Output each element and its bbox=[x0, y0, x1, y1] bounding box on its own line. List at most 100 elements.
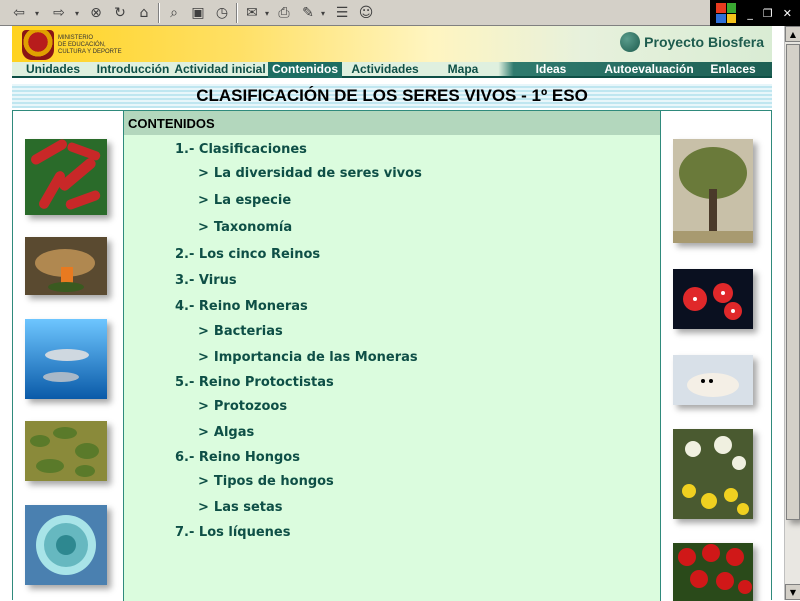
title-band: CLASIFICACIÓN DE LOS SERES VIVOS - 1º ES… bbox=[12, 84, 772, 108]
bacteria-image bbox=[25, 139, 107, 215]
ministry-line: CULTURA Y DEPORTE bbox=[58, 48, 122, 55]
nav-enlaces[interactable]: Enlaces bbox=[694, 62, 772, 78]
history-icon[interactable]: ◷ bbox=[212, 3, 232, 23]
mushroom-image bbox=[25, 237, 107, 295]
favorites-icon[interactable]: ▣ bbox=[188, 3, 208, 23]
chevron-right-icon: > bbox=[198, 166, 209, 181]
toc-label: Protozoos bbox=[213, 399, 288, 414]
restore-icon[interactable]: ❐ bbox=[763, 7, 773, 20]
scroll-down-icon[interactable]: ▼ bbox=[785, 584, 800, 600]
toc-subitem-algas[interactable]: > Algas bbox=[198, 425, 254, 440]
coat-of-arms-icon bbox=[22, 30, 54, 60]
stop-icon[interactable]: ⊗ bbox=[86, 3, 106, 23]
toc-subitem-importancia-moneras[interactable]: > Importancia de las Moneras bbox=[198, 350, 418, 365]
toc-subitem-bacterias[interactable]: > Bacterias bbox=[198, 324, 283, 339]
toc-label: La diversidad de seres vivos bbox=[213, 166, 422, 181]
minimize-icon[interactable]: _ bbox=[747, 7, 753, 20]
flowers-image bbox=[673, 429, 753, 519]
back-icon[interactable]: ⇦ bbox=[8, 3, 30, 23]
site-header: MINISTERIO DE EDUCACIÓN, CULTURA Y DEPOR… bbox=[12, 26, 772, 62]
home-icon[interactable]: ⌂ bbox=[134, 3, 154, 23]
ministry-line: MINISTERIO bbox=[58, 34, 94, 41]
toc-item-protoctistas[interactable]: 5.- Reino Protoctistas bbox=[175, 375, 334, 390]
nav-ideas[interactable]: Ideas bbox=[498, 62, 604, 78]
chevron-right-icon: > bbox=[198, 220, 209, 235]
ministry-logo[interactable]: MINISTERIO DE EDUCACIÓN, CULTURA Y DEPOR… bbox=[22, 30, 122, 60]
nav-contenidos[interactable]: Contenidos bbox=[268, 62, 342, 78]
mail-icon[interactable]: ✉ bbox=[242, 3, 262, 23]
search-icon[interactable]: ⌕ bbox=[164, 3, 184, 23]
toc-label: Bacterias bbox=[213, 324, 283, 339]
print-icon[interactable]: ⎙ bbox=[274, 3, 294, 23]
seal-image bbox=[673, 355, 753, 405]
mail-dropdown-icon[interactable]: ▾ bbox=[262, 3, 272, 23]
toc-subitem-protozoos[interactable]: > Protozoos bbox=[198, 399, 287, 414]
toolbar-separator bbox=[158, 3, 160, 23]
main-nav: Unidades Introducción Actividad inicial … bbox=[12, 62, 772, 78]
globe-icon bbox=[620, 32, 641, 52]
web-page: MINISTERIO DE EDUCACIÓN, CULTURA Y DEPOR… bbox=[0, 26, 784, 601]
nav-mapa[interactable]: Mapa bbox=[428, 62, 498, 78]
toc-label: Taxonomía bbox=[213, 220, 293, 235]
close-icon[interactable]: ✕ bbox=[783, 7, 792, 20]
nav-autoevaluacion[interactable]: Autoevaluación bbox=[604, 62, 694, 78]
nav-actividad-inicial[interactable]: Actividad inicial bbox=[172, 62, 268, 78]
toc-item-clasificaciones[interactable]: 1.- Clasificaciones bbox=[175, 142, 307, 157]
toc-item-virus[interactable]: 3.- Virus bbox=[175, 273, 237, 288]
discuss-icon[interactable]: ☰ bbox=[332, 3, 352, 23]
project-logo[interactable]: Proyecto Biosfera bbox=[620, 32, 764, 52]
browser-toolbar: ⇦ ▾ ⇨ ▾ ⊗ ↻ ⌂ ⌕ ▣ ◷ ✉ ▾ ⎙ ✎ ▾ ☰ ☺ _ ❐ ✕ bbox=[0, 0, 800, 26]
vertical-scrollbar[interactable]: ▲ ▼ bbox=[784, 26, 800, 600]
red-flowers-image bbox=[673, 543, 753, 601]
chevron-right-icon: > bbox=[198, 350, 209, 365]
chevron-right-icon: > bbox=[198, 193, 209, 208]
chevron-right-icon: > bbox=[198, 500, 209, 515]
window-controls: _ ❐ ✕ bbox=[710, 0, 800, 26]
toc-subitem-especie[interactable]: > La especie bbox=[198, 193, 291, 208]
nav-actividades[interactable]: Actividades bbox=[342, 62, 428, 78]
scrollbar-thumb[interactable] bbox=[786, 44, 800, 520]
toc-item-cinco-reinos[interactable]: 2.- Los cinco Reinos bbox=[175, 247, 320, 262]
scroll-up-icon[interactable]: ▲ bbox=[785, 26, 800, 42]
right-image-column bbox=[660, 111, 771, 601]
messenger-icon[interactable]: ☺ bbox=[356, 3, 376, 23]
chevron-right-icon: > bbox=[198, 324, 209, 339]
toc-subitem-diversidad[interactable]: > La diversidad de seres vivos bbox=[198, 166, 422, 181]
toc-subitem-tipos-hongos[interactable]: > Tipos de hongos bbox=[198, 474, 334, 489]
edit-dropdown-icon[interactable]: ▾ bbox=[318, 3, 328, 23]
dolphins-image bbox=[25, 319, 107, 399]
chevron-right-icon: > bbox=[198, 399, 209, 414]
toc-item-liquenes[interactable]: 7.- Los líquenes bbox=[175, 525, 290, 540]
nav-introduccion[interactable]: Introducción bbox=[94, 62, 172, 78]
protozoan-image bbox=[25, 505, 107, 585]
coral-image bbox=[673, 269, 753, 329]
windows-logo-icon bbox=[716, 3, 736, 23]
chevron-right-icon: > bbox=[198, 474, 209, 489]
edit-icon[interactable]: ✎ bbox=[298, 3, 318, 23]
refresh-icon[interactable]: ↻ bbox=[110, 3, 130, 23]
toc-label: Tipos de hongos bbox=[213, 474, 334, 489]
contents-panel: CONTENIDOS 1.- Clasificaciones > La diver… bbox=[124, 111, 661, 601]
section-header: CONTENIDOS bbox=[124, 111, 661, 135]
toc-label: Las setas bbox=[213, 500, 283, 515]
nav-unidades[interactable]: Unidades bbox=[12, 62, 94, 78]
toc-label: La especie bbox=[213, 193, 292, 208]
toolbar-separator bbox=[236, 3, 238, 23]
toc-item-moneras[interactable]: 4.- Reino Moneras bbox=[175, 299, 308, 314]
toc-subitem-setas[interactable]: > Las setas bbox=[198, 500, 283, 515]
toc-label: Algas bbox=[213, 425, 255, 440]
content-frame: CONTENIDOS 1.- Clasificaciones > La diver… bbox=[12, 110, 772, 601]
forward-icon[interactable]: ⇨ bbox=[48, 3, 70, 23]
ministry-name: MINISTERIO DE EDUCACIÓN, CULTURA Y DEPOR… bbox=[58, 35, 122, 56]
title-container: CLASIFICACIÓN DE LOS SERES VIVOS - 1º ES… bbox=[24, 86, 760, 106]
project-title: Proyecto Biosfera bbox=[644, 34, 764, 50]
chevron-right-icon: > bbox=[198, 425, 209, 440]
tree-image bbox=[673, 139, 753, 243]
forward-dropdown-icon[interactable]: ▾ bbox=[72, 3, 82, 23]
toc-item-hongos[interactable]: 6.- Reino Hongos bbox=[175, 450, 300, 465]
left-image-column bbox=[13, 111, 124, 601]
seaweed-image bbox=[25, 421, 107, 481]
toc-label: Importancia de las Moneras bbox=[213, 350, 418, 365]
back-dropdown-icon[interactable]: ▾ bbox=[32, 3, 42, 23]
toc-subitem-taxonomia[interactable]: > Taxonomía bbox=[198, 220, 292, 235]
